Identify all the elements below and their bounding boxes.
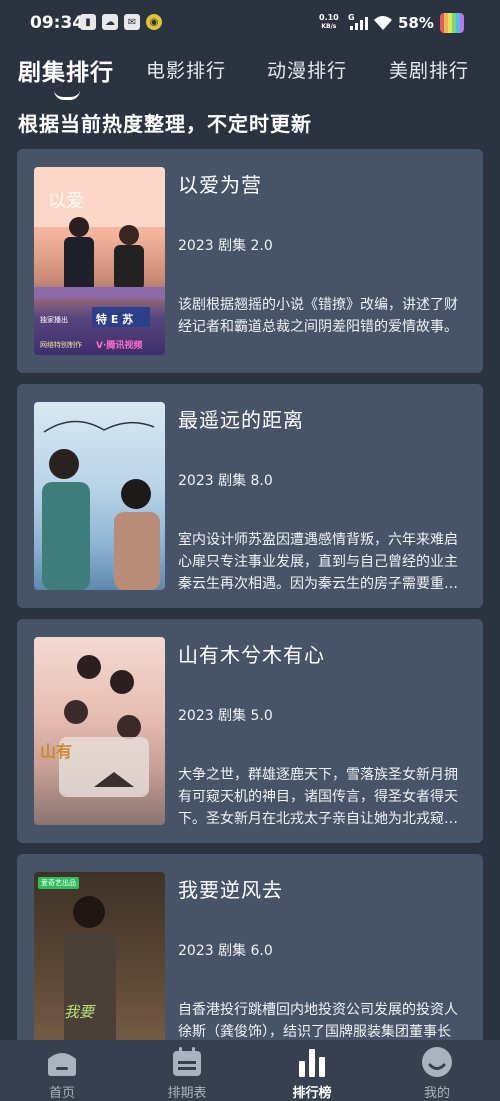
- cell-signal-icon: [350, 17, 368, 30]
- active-tab-indicator: [54, 90, 80, 100]
- battery-icon: [440, 13, 464, 33]
- network-speed-value: 0.10: [319, 13, 339, 22]
- item-title[interactable]: 我要逆风去: [178, 874, 283, 903]
- mail-app-icon: ✉: [124, 14, 140, 30]
- item-description: 大争之世，群雄逐鹿天下，雪落族圣女新月拥有可窥天机的神目，诸国传言，得圣女者得天…: [178, 767, 458, 827]
- item-description: 室内设计师苏盈因遭遇感情背叛，六年来难启心扉只专注事业发展，直到与自己曾经的业主…: [178, 532, 458, 592]
- weibo-icon: ◉: [146, 14, 162, 30]
- ranking-icon: [272, 1046, 352, 1078]
- profile-icon: [397, 1046, 477, 1078]
- list-item[interactable]: 山有 山有木兮木有心 2023 剧集 5.0 大争之世，群雄逐鹿天下，雪落族圣女…: [17, 619, 483, 843]
- category-tabs: 剧集排行 电影排行 动漫排行 美剧排行: [0, 56, 500, 106]
- nav-profile[interactable]: 我的: [397, 1046, 477, 1101]
- notification-icons: ▮ ☁ ✉ ◉: [80, 14, 162, 30]
- nav-ranking[interactable]: 排行榜: [272, 1046, 352, 1101]
- nav-home[interactable]: 首页: [22, 1046, 102, 1101]
- poster-tag: 独家播出: [40, 316, 68, 324]
- status-time: 09:34: [30, 13, 85, 33]
- list-item[interactable]: 以爱 独家播出 特 E 苏 网络特别制作 V·腾讯视频 以爱为营 2023 剧集…: [17, 149, 483, 373]
- cloud-app-icon: ☁: [102, 14, 118, 30]
- poster-footer: 网络特别制作: [40, 341, 82, 349]
- audio-app-icon: ▮: [80, 14, 96, 30]
- tab-us-series-ranking[interactable]: 美剧排行: [389, 56, 469, 83]
- item-meta: 2023 剧集 5.0: [178, 708, 273, 724]
- poster-brand: V·腾讯视频: [96, 341, 143, 351]
- poster-image[interactable]: 我要 爱奇艺出品: [34, 872, 165, 1060]
- item-description: 该剧根据翘摇的小说《错撩》改编，讲述了财经记者和霸道总裁之间阴差阳错的爱情故事。: [178, 297, 458, 335]
- item-title[interactable]: 山有木兮木有心: [178, 639, 325, 668]
- tab-series-ranking[interactable]: 剧集排行: [18, 53, 114, 87]
- svg-text:我要: 我要: [64, 1003, 96, 1021]
- poster-image[interactable]: [34, 402, 165, 590]
- status-bar: 09:34 ▮ ☁ ✉ ◉ 0.10 KB/s G 58%: [0, 0, 500, 48]
- calendar-icon: [147, 1046, 227, 1078]
- list-item[interactable]: 最遥远的距离 2023 剧集 8.0 室内设计师苏盈因遭遇感情背叛，六年来难启心…: [17, 384, 483, 608]
- nav-schedule[interactable]: 排期表: [147, 1046, 227, 1101]
- item-meta: 2023 剧集 2.0: [178, 238, 273, 254]
- svg-text:山有: 山有: [40, 742, 72, 761]
- item-title[interactable]: 最遥远的距离: [178, 404, 304, 433]
- nav-home-label: 首页: [48, 1086, 75, 1101]
- poster-tag: 爱奇艺出品: [38, 877, 79, 889]
- app-screen: 09:34 ▮ ☁ ✉ ◉ 0.10 KB/s G 58% 剧集排行 电影排行 …: [0, 0, 500, 1101]
- nav-schedule-label: 排期表: [167, 1086, 207, 1101]
- network-speed-unit: KB/s: [321, 23, 337, 30]
- tab-anime-ranking[interactable]: 动漫排行: [267, 56, 347, 83]
- nav-profile-label: 我的: [423, 1086, 450, 1101]
- item-title[interactable]: 以爱为营: [178, 169, 262, 198]
- home-icon: [22, 1046, 102, 1078]
- svg-text:以爱: 以爱: [48, 191, 84, 212]
- poster-image[interactable]: 山有: [34, 637, 165, 825]
- network-speed: 0.10 KB/s: [319, 13, 339, 31]
- nav-ranking-label: 排行榜: [292, 1086, 332, 1101]
- page-subtitle: 根据当前热度整理，不定时更新: [18, 112, 312, 136]
- poster-caption: 特 E 苏: [96, 313, 134, 326]
- tab-movie-ranking[interactable]: 电影排行: [146, 56, 226, 83]
- item-meta: 2023 剧集 6.0: [178, 943, 273, 959]
- bottom-navigation: 首页 排期表 排行榜 我的: [0, 1040, 500, 1101]
- wifi-icon: [374, 16, 392, 30]
- battery-percent: 58%: [398, 14, 434, 32]
- item-meta: 2023 剧集 8.0: [178, 473, 273, 489]
- poster-image[interactable]: 以爱 独家播出 特 E 苏 网络特别制作 V·腾讯视频: [34, 167, 165, 355]
